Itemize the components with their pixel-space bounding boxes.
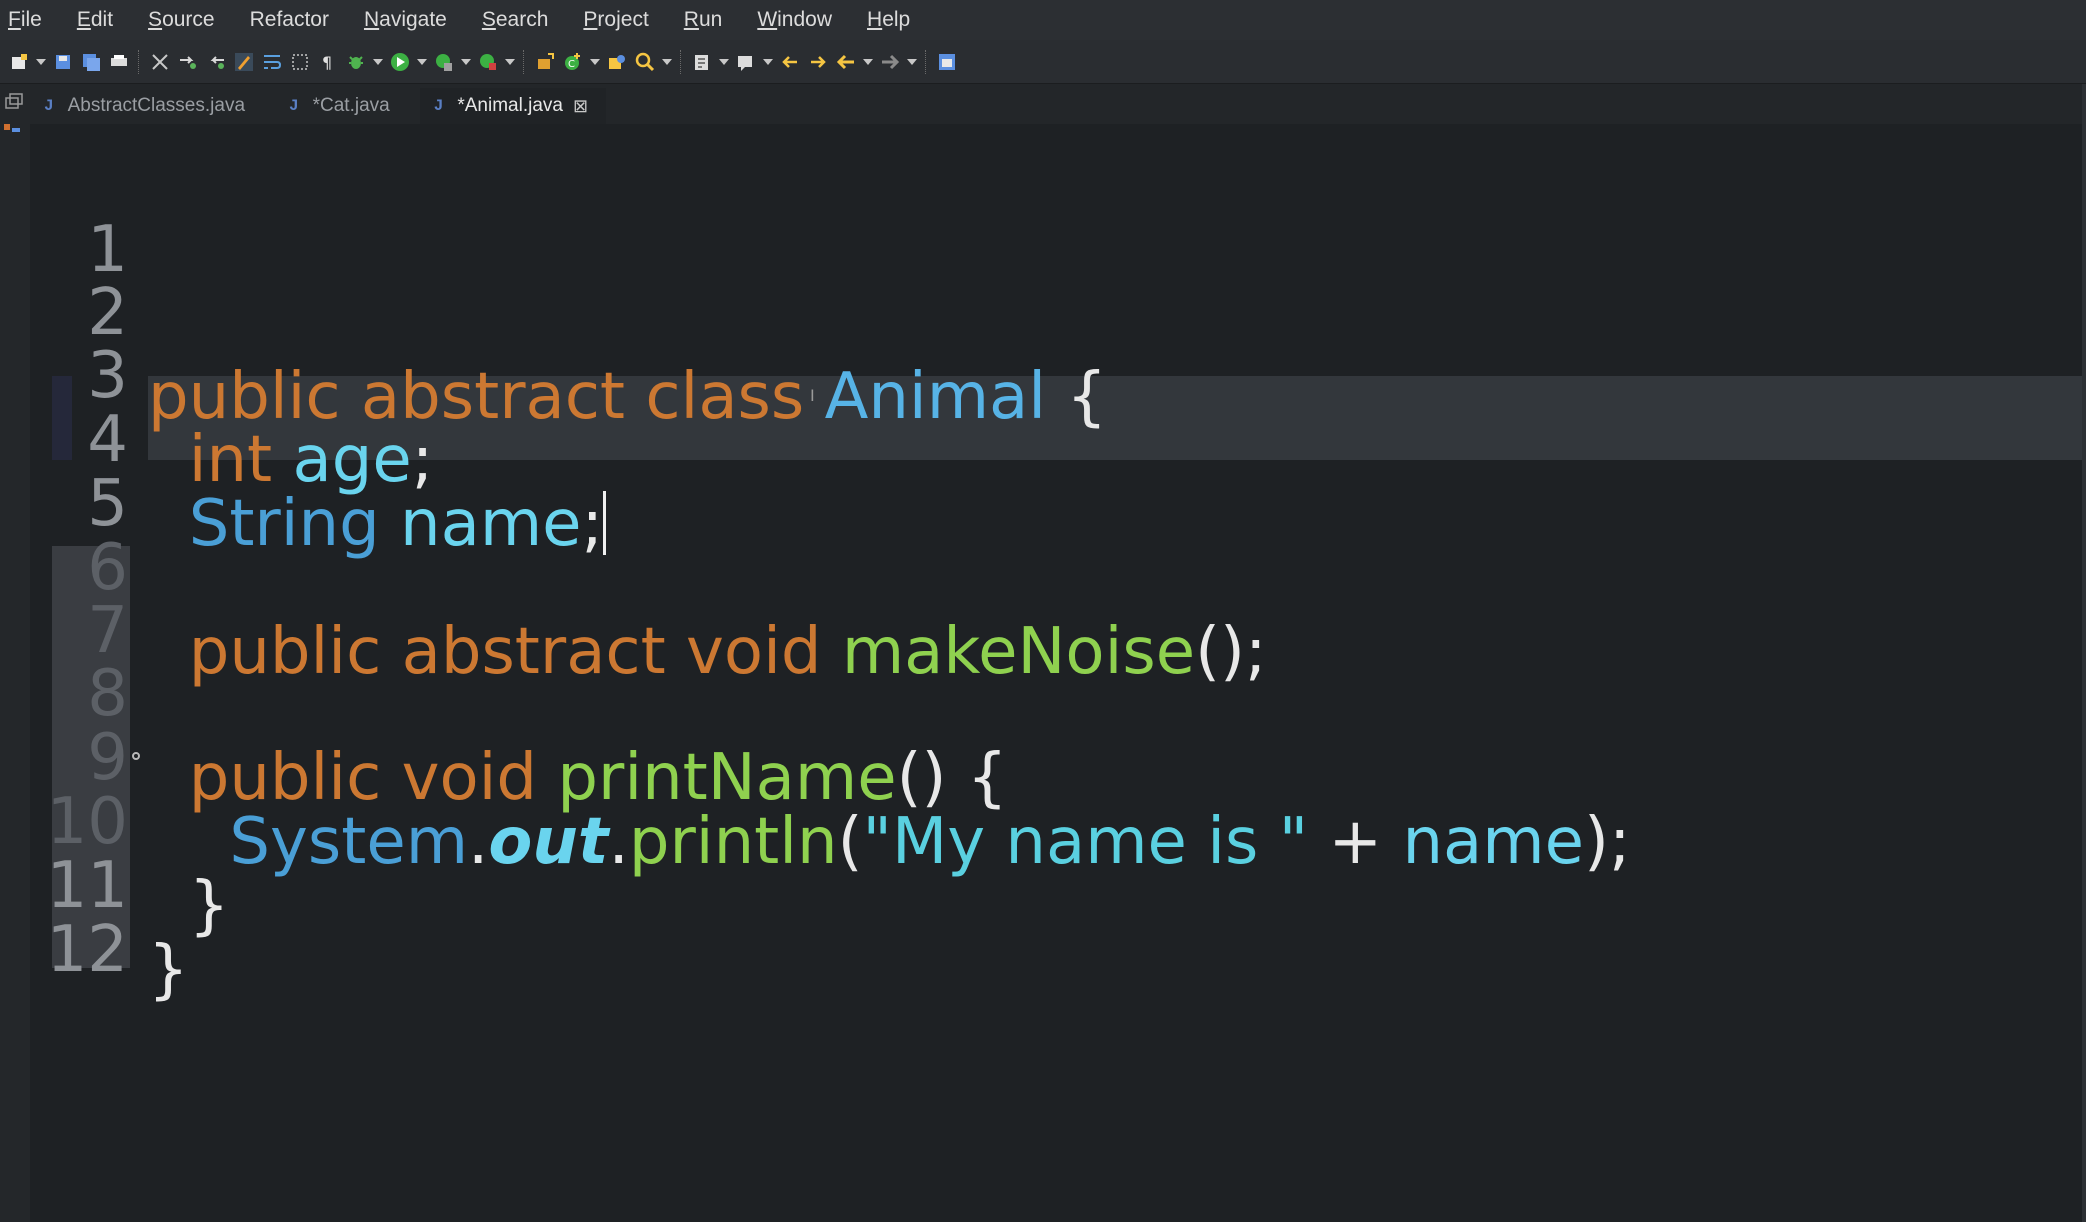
editor-tab-bar: J AbstractClasses.java J *Cat.java J *An… <box>30 84 2086 124</box>
toggle-breadcrumb-icon[interactable] <box>149 51 171 73</box>
tab-abstractclasses-java[interactable]: J AbstractClasses.java <box>30 88 263 124</box>
search-icon[interactable] <box>634 51 656 73</box>
run-icon[interactable] <box>389 51 411 73</box>
close-icon[interactable]: ⊠ <box>573 96 588 117</box>
tab-animal-java[interactable]: J *Animal.java ⊠ <box>419 88 607 124</box>
menu-run[interactable]: Run <box>684 8 723 32</box>
new-class-dropdown-arrow[interactable] <box>590 51 600 73</box>
toolbar-separator <box>138 49 141 74</box>
right-edge-trim <box>2082 84 2086 1222</box>
annotation-icon[interactable] <box>691 51 713 73</box>
perspective-icon[interactable] <box>936 51 958 73</box>
debug-dropdown-arrow[interactable] <box>373 51 383 73</box>
new-icon[interactable] <box>8 51 30 73</box>
debug-icon[interactable] <box>345 51 367 73</box>
code-line: 12 <box>30 824 2086 987</box>
task-icon[interactable] <box>735 51 757 73</box>
svg-text:C: C <box>568 59 575 70</box>
java-file-icon: J <box>44 97 54 115</box>
toolbar-separator <box>925 49 928 74</box>
svg-text:¶: ¶ <box>322 53 332 72</box>
task-dropdown-arrow[interactable] <box>763 51 773 73</box>
menu-project[interactable]: Project <box>583 8 648 32</box>
save-all-icon[interactable] <box>80 51 102 73</box>
print-icon[interactable] <box>108 51 130 73</box>
code-text: } <box>148 933 189 1007</box>
ide-window: File Edit Source Refactor Navigate Searc… <box>0 0 2086 1222</box>
menu-navigate[interactable]: Navigate <box>364 8 447 32</box>
tab-label: *Animal.java <box>457 95 563 116</box>
menu-bar: File Edit Source Refactor Navigate Searc… <box>0 0 2086 40</box>
search-dropdown-arrow[interactable] <box>662 51 672 73</box>
next-annotation-icon[interactable] <box>177 51 199 73</box>
menu-source[interactable]: Source <box>148 8 215 32</box>
toolbar: ¶ C <box>0 40 2086 84</box>
forward-dropdown-arrow[interactable] <box>907 51 917 73</box>
new-java-project-icon[interactable] <box>534 51 556 73</box>
toolbar-separator <box>680 49 683 74</box>
annotation-dropdown-arrow[interactable] <box>719 51 729 73</box>
tab-label: *Cat.java <box>312 95 390 116</box>
line-number: 12 <box>46 913 128 987</box>
menu-search[interactable]: Search <box>482 8 549 32</box>
word-wrap-icon[interactable] <box>261 51 283 73</box>
menu-window[interactable]: Window <box>757 8 832 32</box>
back-dropdown-arrow[interactable] <box>863 51 873 73</box>
left-trim-strip <box>0 84 31 1222</box>
menu-refactor[interactable]: Refactor <box>250 8 329 32</box>
restore-icon[interactable] <box>0 84 30 144</box>
save-icon[interactable] <box>52 51 74 73</box>
external-tools-dropdown-arrow[interactable] <box>505 51 515 73</box>
run-dropdown-arrow[interactable] <box>417 51 427 73</box>
forward-icon[interactable] <box>879 51 901 73</box>
show-whitespace-icon[interactable]: ¶ <box>317 51 339 73</box>
toolbar-separator <box>523 49 526 74</box>
open-type-icon[interactable] <box>606 51 628 73</box>
back-icon[interactable] <box>835 51 857 73</box>
prev-annotation-icon[interactable] <box>205 51 227 73</box>
java-file-icon: J <box>433 97 444 115</box>
menu-help[interactable]: Help <box>867 8 910 32</box>
java-file-icon: J <box>289 97 299 115</box>
menu-edit[interactable]: Edit <box>77 8 113 32</box>
tab-cat-java[interactable]: J *Cat.java <box>275 88 408 124</box>
coverage-icon[interactable] <box>433 51 455 73</box>
new-class-icon[interactable]: C <box>562 51 584 73</box>
mark-occurrences-icon[interactable] <box>233 51 255 73</box>
forward-edit-icon[interactable] <box>807 51 829 73</box>
menu-file[interactable]: File <box>8 8 42 32</box>
external-tools-icon[interactable] <box>477 51 499 73</box>
tab-label: AbstractClasses.java <box>67 95 246 116</box>
new-dropdown-arrow[interactable] <box>36 51 46 73</box>
last-edit-icon[interactable] <box>779 51 801 73</box>
block-selection-icon[interactable] <box>289 51 311 73</box>
coverage-dropdown-arrow[interactable] <box>461 51 471 73</box>
code-editor[interactable]: I 1 2 public abstract class Animal { 3 i… <box>30 124 2086 1222</box>
